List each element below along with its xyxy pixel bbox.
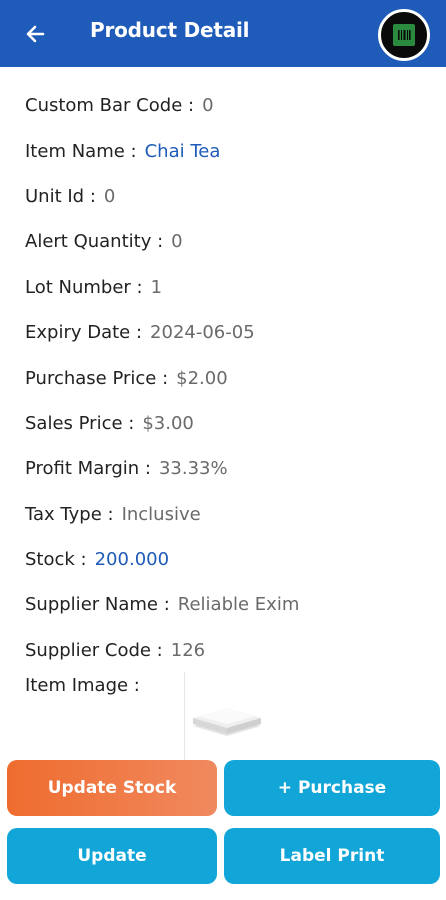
product-thumbnail[interactable] [187,696,265,744]
detail-label: Tax Type : [25,503,114,525]
detail-row-unit-id: Unit Id : 0 [25,174,435,219]
barcode-scan-button[interactable] [378,9,430,61]
app-bar: Product Detail [0,0,446,67]
detail-row-custom-bar-code: Custom Bar Code : 0 [25,83,435,128]
detail-label: Item Name : [25,140,137,162]
detail-row-profit-margin: Profit Margin : 33.33% [25,446,435,491]
detail-value: Reliable Exim [177,594,300,616]
detail-value: 0 [171,231,183,253]
detail-label: Stock : [25,549,87,571]
detail-row-purchase-price: Purchase Price : $2.00 [25,355,435,400]
detail-label: Lot Number : [25,276,143,298]
detail-value: 33.33% [158,458,228,480]
detail-value: $2.00 [176,367,228,389]
detail-row-sales-price: Sales Price : $3.00 [25,401,435,446]
detail-label: Supplier Name : [25,594,170,616]
update-stock-button[interactable]: Update Stock [7,760,217,816]
detail-row-supplier-name: Supplier Name : Reliable Exim [25,582,435,627]
detail-value: Inclusive [121,503,201,525]
detail-row-expiry-date: Expiry Date : 2024-06-05 [25,310,435,355]
detail-label: Custom Bar Code : [25,95,195,117]
detail-label: Profit Margin : [25,458,151,480]
arrow-left-icon [26,25,45,43]
detail-row-stock: Stock : 200.000 [25,537,435,582]
item-image-row: Item Image : [25,672,435,762]
detail-label: Supplier Code : [25,639,163,661]
back-button[interactable] [20,19,50,49]
detail-row-alert-quantity: Alert Quantity : 0 [25,219,435,264]
detail-value: 1 [150,276,163,298]
detail-row-supplier-code: Supplier Code : 126 [25,628,435,673]
divider [184,672,185,760]
detail-row-lot-number: Lot Number : 1 [25,265,435,310]
detail-value: $3.00 [142,412,194,434]
detail-value: 0 [202,95,214,117]
detail-value: 200.000 [94,549,170,571]
detail-label: Purchase Price : [25,367,169,389]
detail-row-tax-type: Tax Type : Inclusive [25,492,435,537]
detail-value: 126 [170,639,206,661]
detail-value: 2024-06-05 [150,322,255,344]
detail-label: Alert Quantity : [25,231,164,253]
barcode-scan-icon [393,24,415,46]
detail-value: Chai Tea [144,140,221,162]
label-print-button[interactable]: Label Print [224,828,440,884]
product-detail-list: Custom Bar Code : 0 Item Name : Chai Tea… [25,83,435,673]
page-title: Product Detail [90,18,250,42]
detail-value: 0 [103,185,116,207]
purchase-button[interactable]: + Purchase [224,760,440,816]
detail-label: Expiry Date : [25,322,143,344]
detail-label: Unit Id : [25,185,96,207]
detail-label: Sales Price : [25,412,135,434]
detail-row-item-name: Item Name : Chai Tea [25,128,435,173]
update-button[interactable]: Update [7,828,217,884]
item-image-label: Item Image : [25,675,140,696]
